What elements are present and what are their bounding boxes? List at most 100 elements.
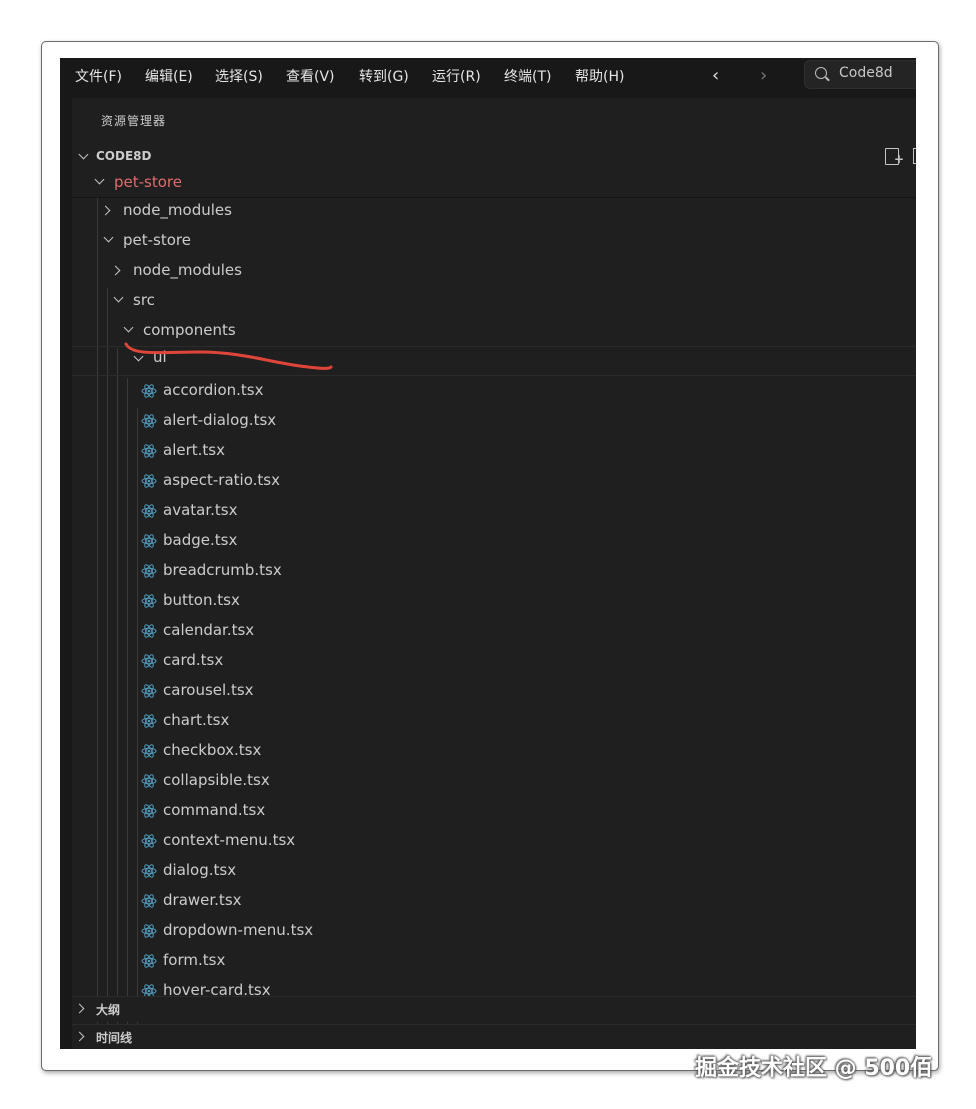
file-row[interactable]: dialog.tsx <box>72 857 916 887</box>
react-file-icon <box>141 594 157 608</box>
sticky-divider <box>72 375 916 376</box>
file-row[interactable]: carousel.tsx <box>72 677 916 707</box>
timeline-label: 时间线 <box>96 1031 133 1045</box>
file-label: accordion.tsx <box>163 381 264 399</box>
folder-label: components <box>143 321 236 339</box>
tree-folder-pet-store[interactable]: pet-store <box>72 169 916 199</box>
file-row[interactable]: context-menu.tsx <box>72 827 916 857</box>
file-row[interactable]: avatar.tsx <box>72 497 916 527</box>
react-file-icon <box>141 654 157 668</box>
chevron-down-icon <box>123 322 134 333</box>
react-file-icon <box>141 894 157 908</box>
file-label: calendar.tsx <box>163 621 255 639</box>
file-row[interactable]: calendar.tsx <box>72 617 916 647</box>
menu-view[interactable]: 查看(V) <box>286 66 335 88</box>
file-label: badge.tsx <box>163 531 238 549</box>
menu-run[interactable]: 运行(R) <box>432 66 481 88</box>
explorer-panel: 资源管理器 CODE8D pet-store node_modules pet-… <box>72 98 916 1049</box>
chevron-down-icon <box>94 174 105 185</box>
panel-divider <box>72 996 916 997</box>
file-row[interactable]: accordion.tsx <box>72 377 916 407</box>
react-file-icon <box>141 684 157 698</box>
file-row[interactable]: chart.tsx <box>72 707 916 737</box>
menu-go[interactable]: 转到(G) <box>359 66 409 88</box>
react-file-icon <box>141 714 157 728</box>
chevron-right-icon <box>100 205 111 216</box>
file-label: button.tsx <box>163 591 240 609</box>
file-row[interactable]: breadcrumb.tsx <box>72 557 916 587</box>
file-label: drawer.tsx <box>163 891 242 909</box>
chevron-right-icon <box>74 1031 85 1042</box>
file-label: chart.tsx <box>163 711 230 729</box>
react-file-icon <box>141 744 157 758</box>
tree-folder-src[interactable]: src <box>72 287 916 317</box>
menu-file[interactable]: 文件(F) <box>75 66 122 88</box>
file-label: alert-dialog.tsx <box>163 411 277 429</box>
folder-label: pet-store <box>123 231 191 249</box>
file-row[interactable]: badge.tsx <box>72 527 916 557</box>
file-label: form.tsx <box>163 951 226 969</box>
file-row[interactable]: aspect-ratio.tsx <box>72 467 916 497</box>
react-file-icon <box>141 804 157 818</box>
file-label: alert.tsx <box>163 441 225 459</box>
react-file-icon <box>141 474 157 488</box>
search-text: Code8d <box>839 65 893 81</box>
menu-terminal[interactable]: 终端(T) <box>504 66 551 88</box>
menu-bar: 文件(F) 编辑(E) 选择(S) 查看(V) 转到(G) 运行(R) 终端(T… <box>60 58 916 98</box>
menu-selection[interactable]: 选择(S) <box>215 66 263 88</box>
chevron-right-icon <box>110 265 121 276</box>
react-file-icon <box>141 534 157 548</box>
file-label: command.tsx <box>163 801 266 819</box>
file-row[interactable]: drawer.tsx <box>72 887 916 917</box>
react-file-icon <box>141 954 157 968</box>
outline-label: 大纲 <box>96 1003 121 1017</box>
timeline-panel-header[interactable]: 时间线 <box>72 1024 916 1049</box>
back-arrow-icon[interactable]: ‹ <box>712 63 719 89</box>
forward-arrow-icon[interactable]: › <box>760 63 767 89</box>
vscode-window: 文件(F) 编辑(E) 选择(S) 查看(V) 转到(G) 运行(R) 终端(T… <box>60 58 916 1049</box>
file-row[interactable]: dropdown-menu.tsx <box>72 917 916 947</box>
file-label: avatar.tsx <box>163 501 238 519</box>
file-label: context-menu.tsx <box>163 831 296 849</box>
file-row[interactable]: form.tsx <box>72 947 916 977</box>
tree-folder-ui[interactable]: ui <box>72 347 916 377</box>
tree-folder-node-modules[interactable]: node_modules <box>72 197 916 227</box>
folder-label: pet-store <box>114 173 182 191</box>
new-file-icon[interactable] <box>885 148 904 166</box>
tree-folder-components[interactable]: components <box>72 317 916 347</box>
tree-folder-pet-store-inner[interactable]: pet-store <box>72 227 916 257</box>
new-folder-icon[interactable] <box>913 148 916 164</box>
file-label: dropdown-menu.tsx <box>163 921 314 939</box>
outline-panel-header[interactable]: 大纲 <box>72 996 916 1022</box>
menu-help[interactable]: 帮助(H) <box>575 66 624 88</box>
react-file-icon <box>141 834 157 848</box>
react-file-icon <box>141 774 157 788</box>
file-row[interactable]: button.tsx <box>72 587 916 617</box>
explorer-title: 资源管理器 <box>101 114 167 128</box>
react-file-icon <box>141 624 157 638</box>
file-row[interactable]: alert.tsx <box>72 437 916 467</box>
file-row[interactable]: command.tsx <box>72 797 916 827</box>
chevron-right-icon <box>74 1003 85 1014</box>
react-file-icon <box>141 444 157 458</box>
chevron-down-icon <box>113 292 124 303</box>
tree-folder-node-modules-inner[interactable]: node_modules <box>72 257 916 287</box>
root-folder-label: CODE8D <box>96 149 152 163</box>
react-file-icon <box>141 924 157 938</box>
chevron-down-icon <box>133 351 144 362</box>
menu-edit[interactable]: 编辑(E) <box>145 66 193 88</box>
file-row[interactable]: checkbox.tsx <box>72 737 916 767</box>
file-row[interactable]: collapsible.tsx <box>72 767 916 797</box>
file-row[interactable]: card.tsx <box>72 647 916 677</box>
explorer-root-header[interactable]: CODE8D <box>72 146 916 168</box>
file-label: breadcrumb.tsx <box>163 561 282 579</box>
chevron-down-icon <box>78 149 89 160</box>
command-center-search[interactable]: Code8d <box>804 60 916 89</box>
watermark: 掘金技术社区 @ 500佰 <box>695 1056 933 1081</box>
react-file-icon <box>141 504 157 518</box>
folder-label: src <box>133 291 155 309</box>
folder-label: node_modules <box>133 261 242 279</box>
file-row[interactable]: alert-dialog.tsx <box>72 407 916 437</box>
file-label: checkbox.tsx <box>163 741 262 759</box>
react-file-icon <box>141 864 157 878</box>
